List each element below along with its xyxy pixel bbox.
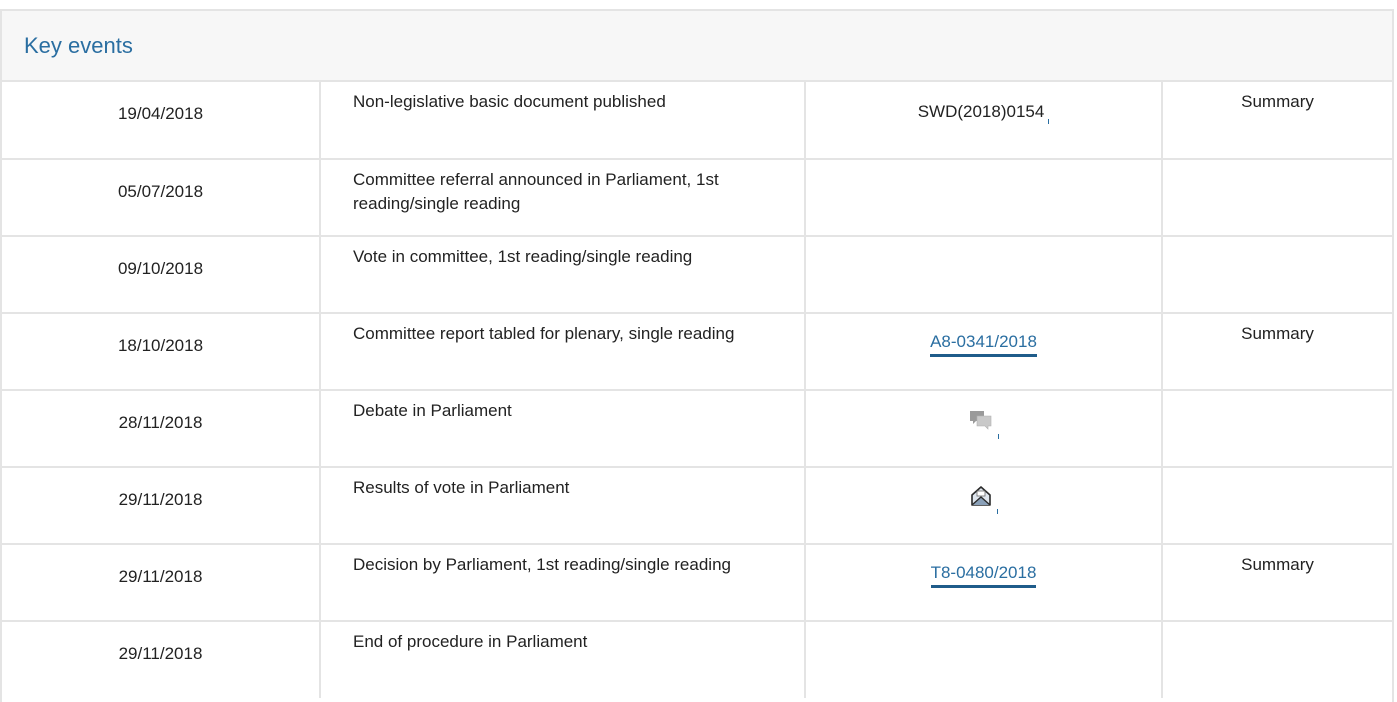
table-row: 19/04/2018 Non-legislative basic document… xyxy=(2,82,1392,160)
event-date: 28/11/2018 xyxy=(2,390,321,468)
event-summary xyxy=(1162,621,1392,698)
table-row: 28/11/2018 Debate in Parliament xyxy=(2,390,1392,468)
event-description: Debate in Parliament xyxy=(320,390,806,468)
event-description: End of procedure in Parliament xyxy=(320,621,806,698)
table-row: 05/07/2018 Committee referral announced i… xyxy=(2,159,1392,237)
table-row: 29/11/2018 End of procedure in Parliament xyxy=(2,621,1392,698)
event-description: Non-legislative basic document published xyxy=(320,82,806,160)
event-date: 05/07/2018 xyxy=(2,159,321,237)
key-events-table: 19/04/2018 Non-legislative basic document… xyxy=(2,82,1392,698)
event-description: Decision by Parliament, 1st reading/sing… xyxy=(320,544,806,622)
event-date: 29/11/2018 xyxy=(2,621,321,698)
event-date: 29/11/2018 xyxy=(2,544,321,622)
event-reference-cell xyxy=(805,159,1163,237)
event-summary xyxy=(1162,390,1392,468)
document-reference: SWD(2018)0154 xyxy=(917,102,1045,121)
event-summary[interactable]: Summary xyxy=(1162,544,1392,622)
event-reference-cell: T8-0480/2018 xyxy=(805,544,1163,622)
event-description: Committee report tabled for plenary, sin… xyxy=(320,313,806,391)
event-date: 09/10/2018 xyxy=(2,236,321,314)
event-summary xyxy=(1162,236,1392,314)
event-summary[interactable]: Summary xyxy=(1162,82,1392,160)
link-marker xyxy=(997,509,998,514)
table-row: 29/11/2018 Results of vote in Parliament xyxy=(2,467,1392,545)
panel-title: Key events xyxy=(24,32,133,58)
event-reference-cell xyxy=(805,621,1163,698)
table-row: 18/10/2018 Committee report tabled for pl… xyxy=(2,313,1392,391)
event-reference-cell: SWD(2018)0154 xyxy=(805,82,1163,160)
key-events-panel: Key events 19/04/2018 Non-legislative bas… xyxy=(0,9,1394,702)
table-row: 29/11/2018 Decision by Parliament, 1st re… xyxy=(2,544,1392,622)
event-reference-cell xyxy=(805,390,1163,468)
event-reference-cell xyxy=(805,236,1163,314)
event-summary xyxy=(1162,467,1392,545)
link-marker xyxy=(1048,119,1050,124)
event-date: 18/10/2018 xyxy=(2,313,321,391)
event-summary[interactable]: Summary xyxy=(1162,313,1392,391)
debate-icon[interactable] xyxy=(968,408,994,432)
panel-header: Key events xyxy=(2,11,1392,82)
event-reference-cell xyxy=(805,467,1163,545)
table-row: 09/10/2018 Vote in committee, 1st reading… xyxy=(2,236,1392,314)
document-link[interactable]: A8-0341/2018 xyxy=(930,332,1037,357)
event-date: 19/04/2018 xyxy=(2,82,321,160)
event-description: Vote in committee, 1st reading/single re… xyxy=(320,236,806,314)
event-reference-cell: A8-0341/2018 xyxy=(805,313,1163,391)
event-description: Committee referral announced in Parliame… xyxy=(320,159,806,237)
key-events-table-body: 19/04/2018 Non-legislative basic document… xyxy=(2,82,1392,698)
event-summary xyxy=(1162,159,1392,237)
event-description: Results of vote in Parliament xyxy=(320,467,806,545)
document-link[interactable]: T8-0480/2018 xyxy=(930,563,1037,588)
link-marker xyxy=(998,434,999,439)
vote-results-icon[interactable] xyxy=(969,485,993,507)
event-date: 29/11/2018 xyxy=(2,467,321,545)
